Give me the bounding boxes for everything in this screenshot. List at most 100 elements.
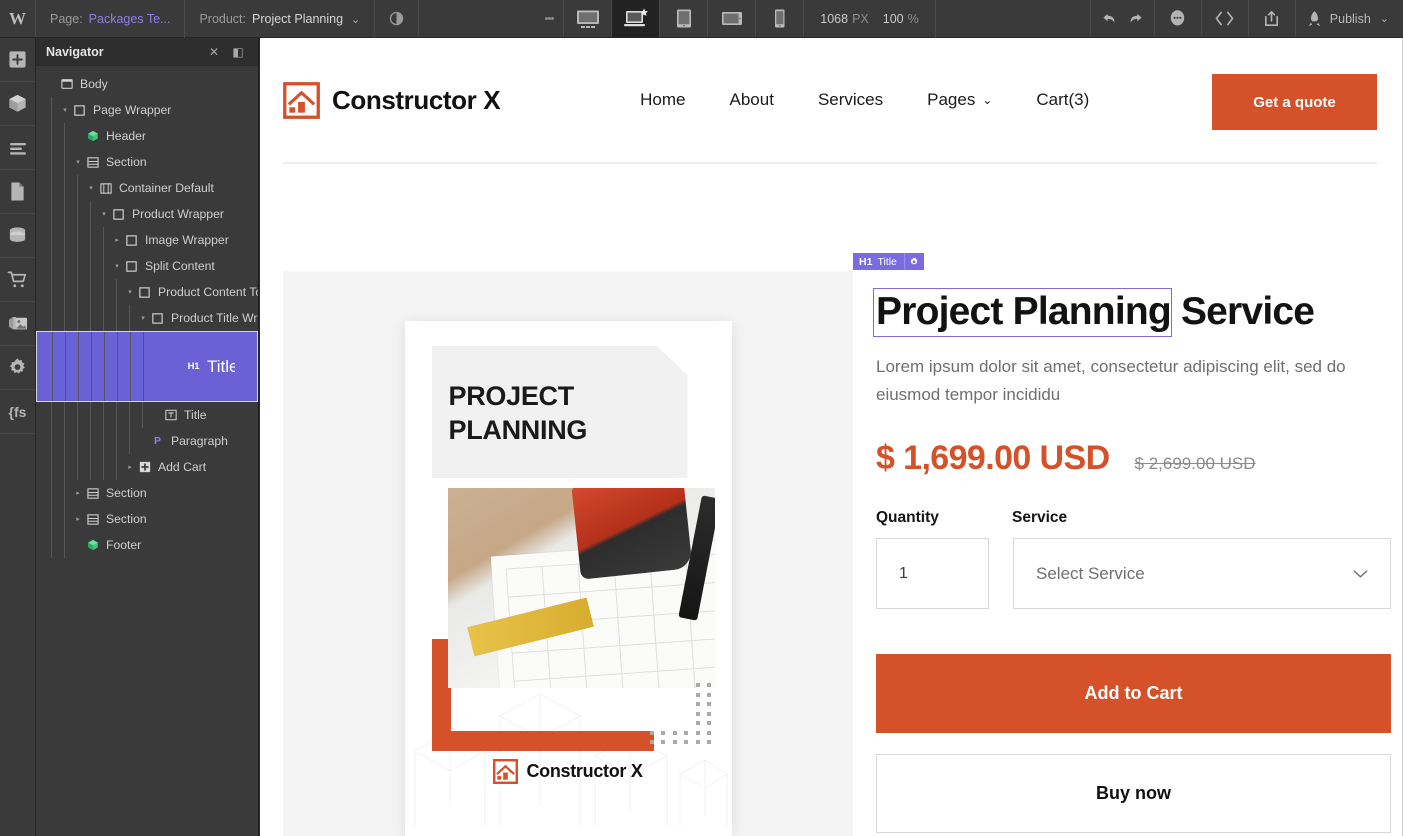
navigator-item-label: Section bbox=[106, 486, 147, 500]
preview-toggle-button[interactable] bbox=[375, 0, 419, 37]
rail-settings[interactable] bbox=[0, 346, 35, 390]
dot bbox=[661, 731, 665, 735]
device-desktop-button[interactable] bbox=[563, 0, 612, 37]
device-tablet-landscape-button[interactable] bbox=[707, 0, 756, 37]
panel-dock-icon[interactable]: ◧ bbox=[226, 45, 250, 59]
close-icon[interactable]: ✕ bbox=[202, 45, 226, 59]
navigator-item-label: Product Content Top bbox=[158, 285, 258, 299]
twisty-icon[interactable]: ▸ bbox=[72, 489, 84, 497]
navigator-item-body[interactable]: Body bbox=[36, 71, 258, 97]
canvas-width-unit: PX bbox=[852, 12, 869, 26]
canvas-size-indicator[interactable]: 1068 PX 100 % bbox=[804, 0, 935, 38]
rail-logic[interactable]: {fs bbox=[0, 390, 35, 434]
product-price: $ 1,699.00 USD bbox=[876, 439, 1110, 478]
undo-icon bbox=[1101, 11, 1118, 26]
site-nav-link-home[interactable]: Home bbox=[618, 90, 707, 110]
badge-label: Title bbox=[877, 256, 896, 268]
product-compare-price: $ 2,699.00 USD bbox=[1135, 454, 1256, 474]
code-export-button[interactable] bbox=[1201, 0, 1248, 37]
navigator-item-title[interactable]: Title bbox=[36, 402, 258, 428]
div-icon bbox=[123, 235, 140, 246]
rail-components[interactable] bbox=[0, 82, 35, 126]
text-icon bbox=[162, 409, 179, 421]
navigator-item-page-wrapper[interactable]: ▾ Page Wrapper bbox=[36, 97, 258, 123]
device-tablet-portrait-button[interactable] bbox=[659, 0, 708, 37]
product-title-selected-text[interactable]: Project Planning bbox=[874, 289, 1171, 336]
comments-button[interactable] bbox=[1154, 0, 1201, 37]
rail-cms[interactable] bbox=[0, 214, 35, 258]
zoom-value: 100 bbox=[883, 12, 904, 26]
twisty-icon[interactable]: ▾ bbox=[98, 210, 110, 218]
rail-assets[interactable] bbox=[0, 302, 35, 346]
site-logo[interactable]: Constructor X bbox=[283, 82, 500, 119]
navigator-item-product-content-top[interactable]: ▾ Product Content Top bbox=[36, 279, 258, 305]
split-content: H1 Title Project Planning Service bbox=[853, 271, 1391, 836]
device-mobile-button[interactable] bbox=[755, 0, 804, 37]
twisty-icon[interactable]: ▸ bbox=[111, 236, 123, 244]
page-selector[interactable]: Page: Packages Te... bbox=[36, 0, 185, 38]
navigator-item-product-title-wrap[interactable]: ▾Product Title Wrap bbox=[36, 305, 258, 331]
rail-add-elements[interactable] bbox=[0, 38, 35, 82]
constructor-house-icon bbox=[493, 759, 518, 784]
pages-document-icon bbox=[9, 181, 26, 202]
service-select[interactable]: Select Service bbox=[1013, 538, 1391, 609]
twisty-icon[interactable]: ▾ bbox=[137, 314, 149, 322]
twisty-icon[interactable]: ▾ bbox=[111, 262, 123, 270]
share-button[interactable] bbox=[1248, 0, 1295, 37]
navigator-item-split-content[interactable]: ▾Split Content bbox=[36, 253, 258, 279]
navigator-item-header[interactable]: Header bbox=[36, 123, 258, 149]
site-nav-link-about[interactable]: About bbox=[708, 90, 796, 110]
navigator-item-label: Page Wrapper bbox=[93, 103, 171, 117]
twisty-icon[interactable]: ▾ bbox=[72, 158, 84, 166]
navigator-item-add-cart[interactable]: ▸Add Cart bbox=[36, 454, 258, 480]
product-selector[interactable]: Product: Project Planning ⌄ bbox=[185, 0, 375, 38]
assets-images-icon bbox=[7, 314, 29, 333]
site-nav-link-cart-3[interactable]: Cart(3) bbox=[1014, 90, 1111, 110]
navigator-item-title[interactable]: H1Title bbox=[36, 331, 258, 402]
webflow-logo-icon[interactable]: W bbox=[0, 0, 36, 37]
undo-redo-group[interactable] bbox=[1090, 0, 1154, 37]
navigator-item-section[interactable]: ▸ Section bbox=[36, 480, 258, 506]
card-logo: Constructor X bbox=[405, 759, 732, 784]
navigator-item-image-wrapper[interactable]: ▸Image Wrapper bbox=[36, 227, 258, 253]
navigator-title: Navigator bbox=[46, 45, 202, 59]
more-options-button[interactable] bbox=[534, 0, 564, 37]
dot bbox=[707, 740, 711, 744]
dot bbox=[673, 731, 677, 735]
navigator-item-container-default[interactable]: ▾Container Default bbox=[36, 175, 258, 201]
twisty-icon[interactable]: ▾ bbox=[124, 288, 136, 296]
navigator-item-section[interactable]: ▸Section bbox=[36, 506, 258, 532]
product-image-card[interactable]: PROJECT PLANNING bbox=[405, 321, 732, 836]
rail-pages[interactable] bbox=[0, 170, 35, 214]
twisty-icon[interactable]: ▸ bbox=[72, 515, 84, 523]
twisty-icon[interactable]: ▾ bbox=[59, 106, 71, 114]
site-nav-link-pages[interactable]: Pages⌄ bbox=[905, 90, 1014, 110]
device-laptop-button[interactable] bbox=[611, 0, 660, 37]
navigator-item-product-wrapper[interactable]: ▾ Product Wrapper bbox=[36, 201, 258, 227]
dot bbox=[696, 731, 700, 735]
toolbar-flex-spacer bbox=[936, 0, 1090, 37]
chevron-down-icon bbox=[1353, 569, 1368, 579]
div-icon bbox=[149, 313, 166, 324]
badge-gear-icon[interactable] bbox=[904, 253, 924, 270]
navigator-item-paragraph[interactable]: PParagraph bbox=[36, 428, 258, 454]
dot bbox=[707, 702, 711, 706]
navigator-item-section[interactable]: ▾Section bbox=[36, 149, 258, 175]
add-to-cart-button[interactable]: Add to Cart bbox=[876, 654, 1391, 733]
site-header: Constructor X HomeAboutServicesPages⌄Car… bbox=[283, 38, 1391, 162]
navigator-item-label: Product Wrapper bbox=[132, 207, 224, 221]
publish-button[interactable]: Publish ⌄ bbox=[1295, 0, 1403, 37]
buy-now-button[interactable]: Buy now bbox=[876, 754, 1391, 833]
twisty-icon[interactable]: ▾ bbox=[85, 184, 97, 192]
get-a-quote-button[interactable]: Get a quote bbox=[1212, 74, 1377, 130]
navigator-item-footer[interactable]: Footer bbox=[36, 532, 258, 558]
page-selector-value: Packages Te... bbox=[89, 12, 171, 26]
rail-navigator[interactable] bbox=[0, 126, 35, 170]
twisty-icon[interactable]: ▸ bbox=[124, 463, 136, 471]
site-nav-link-services[interactable]: Services bbox=[796, 90, 905, 110]
dot bbox=[696, 712, 700, 716]
rail-ecommerce[interactable] bbox=[0, 258, 35, 302]
product-title[interactable]: Project Planning Service bbox=[876, 289, 1391, 336]
quantity-input[interactable]: 1 bbox=[876, 538, 989, 609]
share-export-icon bbox=[1262, 9, 1281, 28]
